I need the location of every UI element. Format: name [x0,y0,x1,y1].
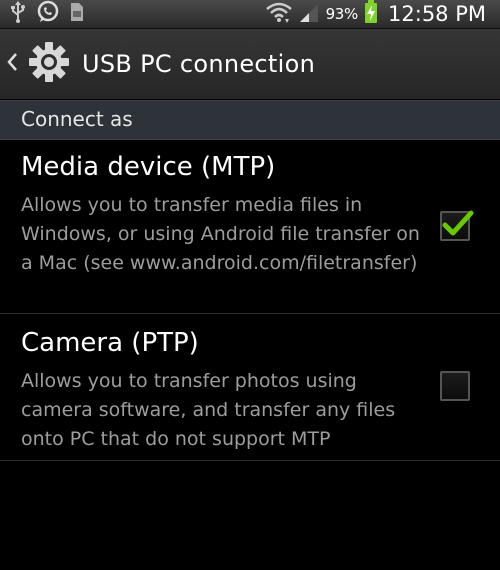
status-bar: 93% 12:58 PM [0,0,500,29]
mtp-checkbox[interactable] [440,210,474,241]
settings-gear-icon [28,41,70,87]
option-summary: Allows you to transfer photos using came… [21,370,396,450]
sd-card-icon [70,2,84,26]
wifi-icon [265,1,292,27]
notification-icons [10,0,84,28]
action-bar: USB PC connection [0,29,500,99]
divider [0,460,500,461]
usb-icon [10,1,26,27]
whatsapp-icon [36,0,60,28]
option-camera[interactable]: Camera (PTP) Allows you to transfer phot… [0,314,500,460]
checkmark-icon [442,210,474,236]
signal-icon [298,1,320,27]
battery-percent: 93% [325,5,359,23]
screen-title: USB PC connection [82,50,316,78]
option-summary: Allows you to transfer media files in Wi… [21,194,420,274]
option-title: Camera (PTP) [21,328,199,358]
option-title: Media device (MTP) [21,152,276,182]
chevron-left-icon [6,52,18,76]
ptp-checkbox[interactable] [440,371,470,401]
system-icons: 93% 12:58 PM [265,0,486,28]
clock: 12:58 PM [388,2,486,26]
category-header: Connect as [0,100,500,140]
battery-charging-icon [364,0,378,28]
option-media-device[interactable]: Media device (MTP) Allows you to transfe… [0,139,500,313]
category-label: Connect as [21,107,133,131]
up-navigation-button[interactable] [0,29,70,99]
